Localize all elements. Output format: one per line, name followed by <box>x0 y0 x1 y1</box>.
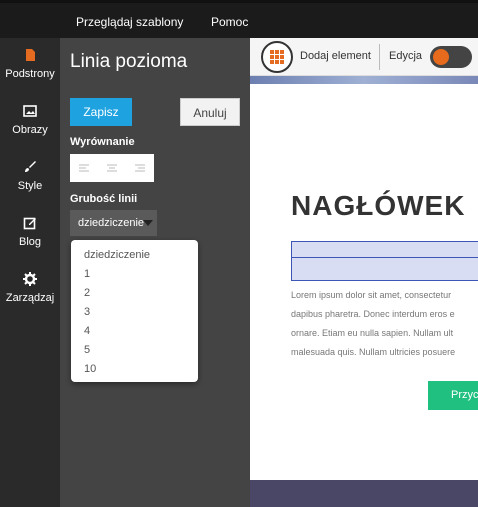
sidebar-item-manage[interactable]: Zarządzaj <box>0 272 60 304</box>
save-button[interactable]: Zapisz <box>70 98 132 126</box>
sidebar-item-pages[interactable]: Podstrony <box>0 48 60 80</box>
align-center-button[interactable] <box>98 154 126 182</box>
toggle-knob <box>433 49 449 65</box>
dropdown-option[interactable]: dziedziczenie <box>71 246 198 265</box>
sidebar-item-label: Style <box>17 180 43 192</box>
align-left-button[interactable] <box>70 154 98 182</box>
page-icon <box>26 49 35 61</box>
body-paragraph[interactable]: Lorem ipsum dolor sit amet, consectetur … <box>291 286 478 362</box>
sidebar-item-label: Blog <box>18 236 42 248</box>
sidebar-item-label: Zarządzaj <box>5 292 55 304</box>
alignment-label: Wyrównanie <box>70 136 135 148</box>
body-line: Lorem ipsum dolor sit amet, consectetur <box>291 290 452 300</box>
cancel-button[interactable]: Anuluj <box>180 98 240 126</box>
center-align-icon <box>107 164 117 172</box>
left-sidebar: Podstrony Obrazy Style Blog Zarządzaj <box>0 38 60 507</box>
left-align-icon <box>79 164 89 172</box>
dropdown-option[interactable]: 3 <box>71 303 198 322</box>
dropdown-option[interactable]: 4 <box>71 322 198 341</box>
dropdown-option[interactable]: 2 <box>71 284 198 303</box>
toolbar-divider <box>379 44 380 70</box>
page-preview: Dodaj element Edycja NAGŁÓWEK Lorem ipsu… <box>250 38 478 507</box>
sidebar-item-blog[interactable]: Blog <box>0 216 60 248</box>
right-align-icon <box>135 164 145 172</box>
horizontal-line <box>292 257 478 258</box>
panel-title: Linia pozioma <box>70 51 188 72</box>
body-line: ornare. Etiam eu nulla sapien. Nullam ul… <box>291 328 454 338</box>
editor-toolbar: Dodaj element Edycja <box>250 38 478 76</box>
brush-icon <box>25 161 36 172</box>
line-thickness-select[interactable]: dziedziczenie <box>70 210 157 236</box>
sidebar-item-label: Podstrony <box>5 68 55 80</box>
top-bar: Przeglądaj szablony Pomoc <box>0 0 478 38</box>
grid-icon <box>270 50 284 64</box>
footer-band <box>250 480 478 507</box>
dropdown-option[interactable]: 10 <box>71 360 198 379</box>
selected-horizontal-line[interactable] <box>291 241 478 281</box>
select-value: dziedziczenie <box>78 217 145 229</box>
header-image-strip <box>250 76 478 84</box>
add-element-button[interactable] <box>261 41 293 73</box>
menu-help[interactable]: Pomoc <box>211 15 248 29</box>
edit-square-icon <box>23 217 36 230</box>
body-line: malesuada quis. Nullam ultricies posuere <box>291 347 456 357</box>
sidebar-item-images[interactable]: Obrazy <box>0 104 60 136</box>
edit-mode-toggle[interactable] <box>430 46 472 68</box>
align-right-button[interactable] <box>126 154 154 182</box>
line-thickness-label: Grubość linii <box>70 193 138 205</box>
dropdown-option[interactable]: 1 <box>71 265 198 284</box>
line-thickness-dropdown: dziedziczenie 1 2 3 4 5 10 <box>71 240 198 382</box>
add-element-label[interactable]: Dodaj element <box>300 50 371 62</box>
sidebar-item-style[interactable]: Style <box>0 160 60 192</box>
sidebar-item-label: Obrazy <box>12 124 48 136</box>
gear-icon <box>23 272 37 286</box>
chevron-down-icon <box>143 220 153 226</box>
edit-mode-label: Edycja <box>389 50 423 62</box>
body-line: dapibus pharetra. Donec interdum eros e <box>291 309 455 319</box>
image-icon <box>23 105 37 117</box>
dropdown-option[interactable]: 5 <box>71 341 198 360</box>
alignment-buttons <box>70 154 154 182</box>
cta-button[interactable]: Przyc <box>428 381 478 410</box>
menu-browse-templates[interactable]: Przeglądaj szablony <box>76 15 183 29</box>
page-heading[interactable]: NAGŁÓWEK <box>291 190 465 222</box>
